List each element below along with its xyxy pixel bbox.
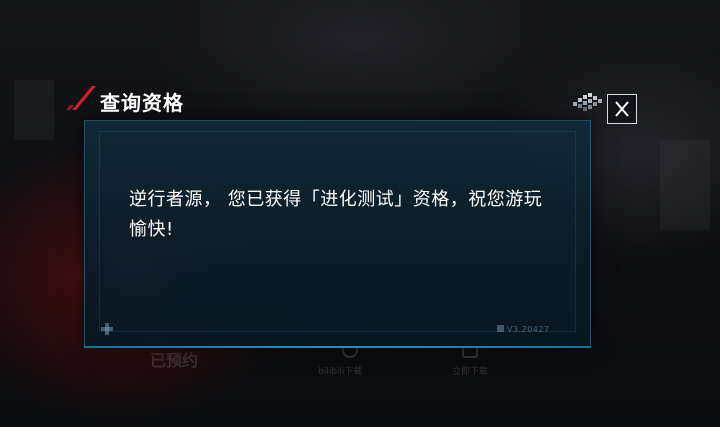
background-reserved-label: 已预约 — [150, 351, 199, 370]
pixel-cluster-icon — [573, 93, 602, 111]
dialog-message: 逆行者源， 您已获得「进化测试」资格，祝您游玩愉快! — [129, 189, 543, 240]
background-panel-right — [660, 140, 710, 230]
red-slash-icon — [66, 86, 96, 110]
background-download-label: 立即下载 — [452, 367, 489, 377]
background-bilibili-label: bilibili下载 — [318, 367, 363, 377]
version-text: V3.20427 — [507, 325, 550, 334]
version-marker-icon — [497, 325, 504, 332]
dialog-title: 查询资格 — [100, 91, 184, 115]
background-panel-left — [14, 80, 54, 140]
dialog-bottom-accent — [84, 346, 591, 348]
close-icon — [615, 101, 629, 117]
close-button[interactable] — [607, 94, 637, 124]
plus-cross-icon — [101, 323, 113, 335]
